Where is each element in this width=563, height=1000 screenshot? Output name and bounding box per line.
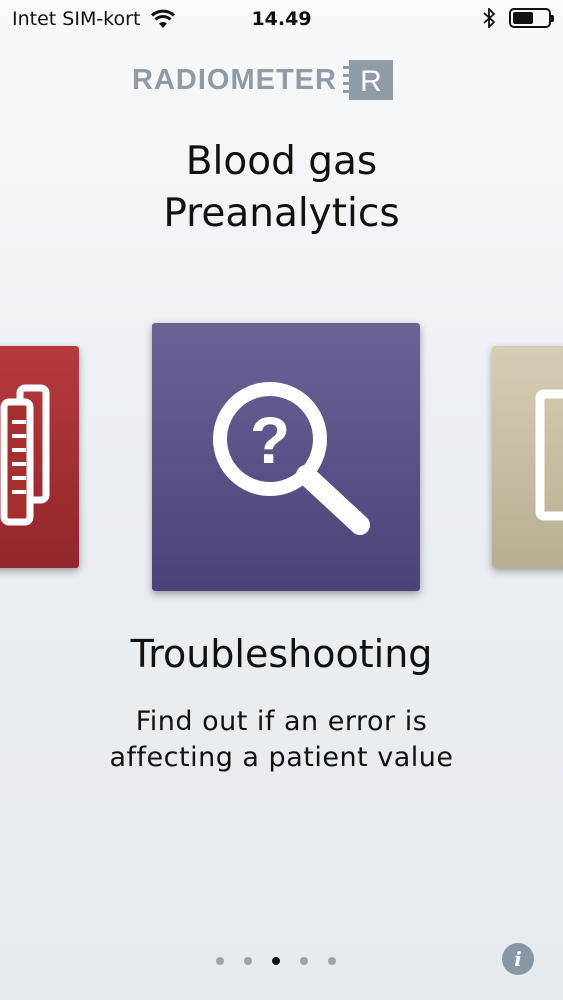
page-indicator[interactable] xyxy=(216,957,336,965)
page-dot[interactable] xyxy=(300,957,308,965)
documents-icon xyxy=(0,384,50,526)
radiometer-logo: RADIOMETER R xyxy=(132,58,395,102)
frame-icon xyxy=(535,389,563,521)
page-dot[interactable] xyxy=(328,957,336,965)
app-title: Blood gas Preanalytics xyxy=(0,136,563,240)
info-icon[interactable]: i xyxy=(502,943,534,975)
carousel-card-next[interactable] xyxy=(492,346,563,568)
clock-label: 14.49 xyxy=(251,8,312,30)
radiometer-r-logo-icon: R xyxy=(342,60,393,100)
battery-icon xyxy=(509,8,554,28)
status-right xyxy=(483,8,554,28)
app-title-line2: Preanalytics xyxy=(163,191,400,236)
svg-text:?: ? xyxy=(250,403,290,477)
battery-level xyxy=(513,12,534,24)
page-dot[interactable] xyxy=(216,957,224,965)
app-title-line1: Blood gas xyxy=(185,139,378,184)
feature-title: Troubleshooting xyxy=(130,632,433,676)
feature-description: Find out if an error is affecting a pati… xyxy=(109,706,454,773)
brand-name: RADIOMETER xyxy=(132,63,337,96)
bluetooth-icon xyxy=(483,8,495,28)
page-dot[interactable] xyxy=(244,957,252,965)
magnifier-question-icon: ? xyxy=(213,382,370,535)
status-bar: Intet SIM-kort 14.49 xyxy=(0,0,563,40)
logo-letter: R xyxy=(360,65,382,98)
carousel-card-previous[interactable] xyxy=(0,346,79,568)
carousel-card-troubleshooting[interactable]: ? xyxy=(152,323,420,591)
page-dot-active[interactable] xyxy=(272,957,280,965)
